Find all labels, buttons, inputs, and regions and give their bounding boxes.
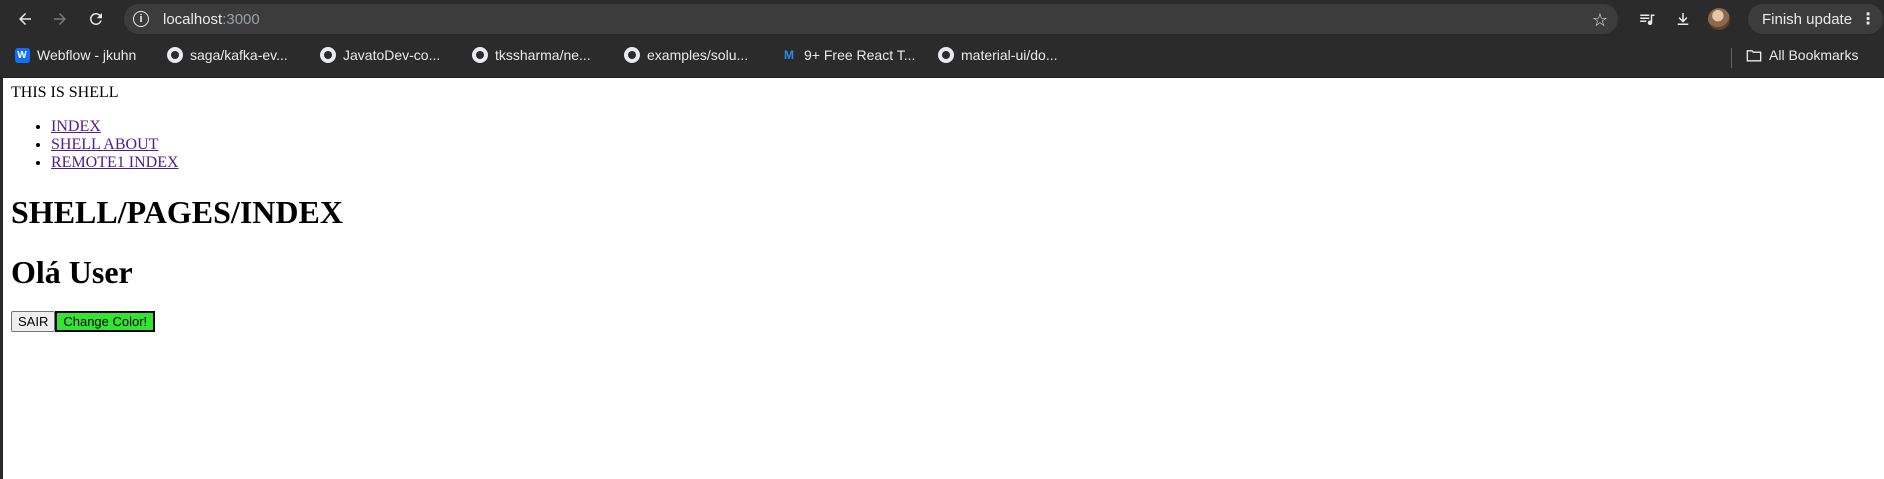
bookmarks-divider <box>1731 48 1732 68</box>
bookmark-label: 9+ Free React T... <box>804 47 916 63</box>
finish-update-button[interactable]: Finish update ⋮ <box>1748 4 1884 34</box>
greeting-heading: Olá User <box>11 254 133 290</box>
download-icon[interactable] <box>1668 2 1698 36</box>
nav-item: REMOTE1 INDEX <box>51 154 179 172</box>
bookmark-item[interactable]: examples/solu... <box>624 47 748 63</box>
nav-link-index[interactable]: INDEX <box>51 118 101 135</box>
reload-icon[interactable] <box>79 2 113 36</box>
bookmark-label: material-ui/do... <box>961 47 1058 63</box>
forward-icon[interactable] <box>43 2 77 36</box>
bookmark-item[interactable]: tkssharma/ne... <box>472 47 591 63</box>
github-icon <box>167 47 183 63</box>
site-info-icon[interactable]: i <box>133 11 149 27</box>
nav-list: INDEX SHELL ABOUT REMOTE1 INDEX <box>11 118 179 172</box>
menu-kebab-icon: ⋮ <box>1860 11 1876 28</box>
all-bookmarks-button[interactable]: All Bookmarks <box>1746 47 1858 63</box>
all-bookmarks-label: All Bookmarks <box>1769 47 1859 63</box>
bookmark-item[interactable]: W Webflow - jkuhn <box>14 47 136 63</box>
profile-avatar[interactable] <box>1704 2 1734 36</box>
change-color-button[interactable]: Change Color! <box>55 311 156 332</box>
bookmark-label: saga/kafka-ev... <box>190 47 288 63</box>
back-icon[interactable] <box>8 2 42 36</box>
bookmark-label: tkssharma/ne... <box>495 47 591 63</box>
github-icon <box>624 47 640 63</box>
github-icon <box>472 47 488 63</box>
address-bar[interactable]: i localhost:3000 ☆ <box>124 4 1618 34</box>
bookmarks-bar: W Webflow - jkuhn saga/kafka-ev... Javat… <box>0 38 1884 78</box>
nav-item: INDEX <box>51 118 179 136</box>
page-content: THIS IS SHELL INDEX SHELL ABOUT REMOTE1 … <box>0 78 1884 479</box>
webflow-icon: W <box>14 47 30 63</box>
bookmark-item[interactable]: saga/kafka-ev... <box>167 47 288 63</box>
bookmark-label: examples/solu... <box>647 47 749 63</box>
browser-toolbar: i localhost:3000 ☆ Finish update ⋮ <box>0 0 1884 38</box>
folder-icon <box>1746 47 1762 63</box>
bookmark-item[interactable]: M 9+ Free React T... <box>781 47 915 63</box>
media-queue-icon[interactable] <box>1632 2 1662 36</box>
mui-icon: M <box>784 48 794 62</box>
github-icon <box>320 47 336 63</box>
nav-link-shell-about[interactable]: SHELL ABOUT <box>51 136 158 153</box>
bookmark-label: JavatoDev-co... <box>343 47 441 63</box>
github-icon <box>938 47 954 63</box>
url-text[interactable]: localhost:3000 <box>163 11 260 28</box>
bookmark-item[interactable]: JavatoDev-co... <box>320 47 440 63</box>
finish-update-label: Finish update <box>1762 10 1853 28</box>
page-title: SHELL/PAGES/INDEX <box>11 194 343 230</box>
nav-item: SHELL ABOUT <box>51 136 179 154</box>
bookmark-star-icon[interactable]: ☆ <box>1592 10 1608 31</box>
bookmark-item[interactable]: material-ui/do... <box>938 47 1057 63</box>
shell-title: THIS IS SHELL <box>11 84 119 101</box>
nav-link-remote1-index[interactable]: REMOTE1 INDEX <box>51 154 179 171</box>
bookmark-label: Webflow - jkuhn <box>37 47 137 63</box>
sair-button[interactable]: SAIR <box>11 311 56 332</box>
button-row: SAIR Change Color! <box>11 311 156 332</box>
